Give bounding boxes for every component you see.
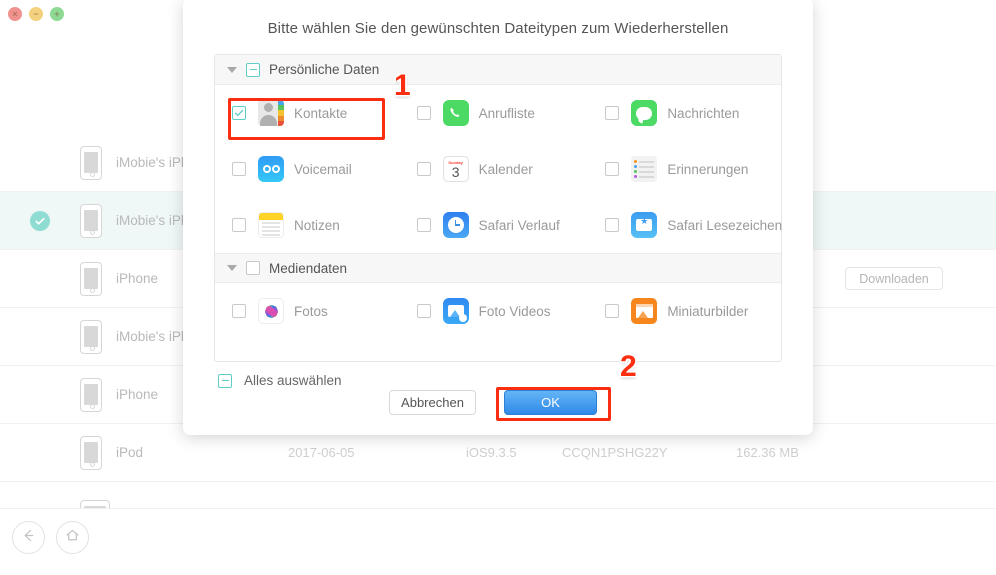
media-items-grid: Fotos Foto Videos Miniaturbilder [215,283,781,339]
item-safari-lesezeichen[interactable]: Safari Lesezeichen [592,197,783,253]
select-all-control[interactable]: Alles auswählen [218,373,342,388]
minimize-window-icon[interactable]: − [29,7,43,21]
bottom-toolbar [0,508,996,575]
item-kalender[interactable]: Sunday 3 Kalender [404,141,593,197]
personal-items-grid: Kontakte Anrufliste Nachrichten Voicemai… [215,85,783,253]
group-checkbox-personal[interactable] [246,62,260,77]
arrow-left-icon [20,527,37,549]
checkbox-fotos[interactable] [232,304,246,318]
device-name: iMobie's iPh [116,213,189,228]
item-anrufliste[interactable]: Anrufliste [404,85,593,141]
item-label: Kontakte [294,105,348,121]
safari-bookmark-icon [631,212,658,238]
home-button[interactable] [56,521,89,554]
device-name: iPhone [116,387,159,402]
item-foto-videos[interactable]: Foto Videos [404,283,593,339]
photos-icon [258,298,284,324]
calendar-day-number: 3 [451,163,460,180]
item-erinnerungen[interactable]: Erinnerungen [592,141,781,197]
select-all-label: Alles auswählen [244,373,342,388]
device-name: iPod [116,445,144,460]
checkbox-notizen[interactable] [232,218,246,232]
group-label: Persönliche Daten [269,62,380,77]
download-button[interactable]: Downloaden [845,267,943,290]
item-label: Notizen [294,217,340,233]
group-label: Mediendaten [269,260,348,276]
contacts-icon [258,100,284,126]
thumbnails-icon [631,298,658,324]
safari-history-icon [442,212,469,238]
group-header-media[interactable]: Mediendaten [215,253,781,283]
checkbox-anrufliste[interactable] [416,106,431,120]
item-notizen[interactable]: Notizen [215,197,404,253]
row-selected-check-icon [30,210,50,231]
backup-date: 2017-06-05 [288,445,355,460]
reminders-icon [631,156,658,182]
chevron-down-icon[interactable] [227,66,237,73]
group-checkbox-media[interactable] [246,261,260,275]
checkbox-kontakte[interactable] [232,106,246,120]
item-label: Miniaturbilder [667,303,749,319]
item-label: Fotos [294,303,328,319]
item-label: Anrufliste [478,105,535,121]
checkbox-kalender[interactable] [416,162,431,176]
item-nachrichten[interactable]: Nachrichten [592,85,781,141]
item-miniaturbilder[interactable]: Miniaturbilder [592,283,781,339]
cancel-button[interactable]: Abbrechen [389,390,476,415]
back-button[interactable] [12,521,45,554]
item-label: Kalender [478,161,533,177]
row-select-cell[interactable] [0,210,80,231]
item-label: Nachrichten [667,105,740,121]
checkbox-nachrichten[interactable] [605,106,620,120]
group-header-personal[interactable]: Persönliche Daten [215,55,781,85]
item-label: Erinnerungen [667,161,749,177]
device-icon [80,377,102,412]
item-kontakte[interactable]: Kontakte [215,85,404,141]
device-icon [80,435,102,470]
device-icon [80,145,102,180]
photo-video-icon [442,298,469,324]
device-icon [80,319,102,354]
checkbox-safari-verlauf[interactable] [416,218,431,232]
item-label: Safari Verlauf [478,217,560,233]
device-name: iMobie's iPh [116,329,189,344]
window-controls: × − + [8,7,64,21]
backup-size: 162.36 MB [736,445,799,460]
checkbox-voicemail[interactable] [232,162,246,176]
annotation-number-1: 1 [394,69,411,102]
file-type-dialog: Bitte wählen Sie den gewünschten Dateity… [183,0,813,435]
device-icon [80,203,102,238]
calendar-icon: Sunday 3 [442,156,469,182]
messages-icon [631,100,658,126]
checkbox-erinnerungen[interactable] [605,162,620,176]
phone-icon [442,100,469,126]
select-all-checkbox[interactable] [218,373,232,388]
item-label: Voicemail [294,161,352,177]
app-window: × − + iMobie's iPh iMobie's iPh iPhone D… [0,0,996,575]
ios-version: iOS9.3.5 [466,445,517,460]
checkbox-miniaturbilder[interactable] [605,304,620,318]
serial-number: CCQN1PSHG22Y [562,445,668,460]
device-icon [80,261,102,296]
annotation-number-2: 2 [620,350,637,383]
notes-icon [258,212,284,238]
close-window-icon[interactable]: × [8,7,22,21]
device-name: iMobie's iPh [116,155,189,170]
ok-button[interactable]: OK [504,390,597,415]
maximize-window-icon[interactable]: + [50,7,64,21]
home-icon [64,527,81,549]
dialog-title: Bitte wählen Sie den gewünschten Dateity… [267,20,729,37]
item-label: Foto Videos [478,303,551,319]
item-label: Safari Lesezeichen [667,217,783,233]
device-name: iPhone [116,271,159,286]
chevron-down-icon[interactable] [227,265,237,271]
file-type-panel: Persönliche Daten Kontakte Anrufliste Na… [214,54,782,362]
voicemail-icon [258,156,284,182]
checkbox-foto-videos[interactable] [416,304,431,318]
item-fotos[interactable]: Fotos [215,283,404,339]
checkbox-safari-lesezeichen[interactable] [605,218,620,232]
item-voicemail[interactable]: Voicemail [215,141,404,197]
item-safari-verlauf[interactable]: Safari Verlauf [404,197,593,253]
